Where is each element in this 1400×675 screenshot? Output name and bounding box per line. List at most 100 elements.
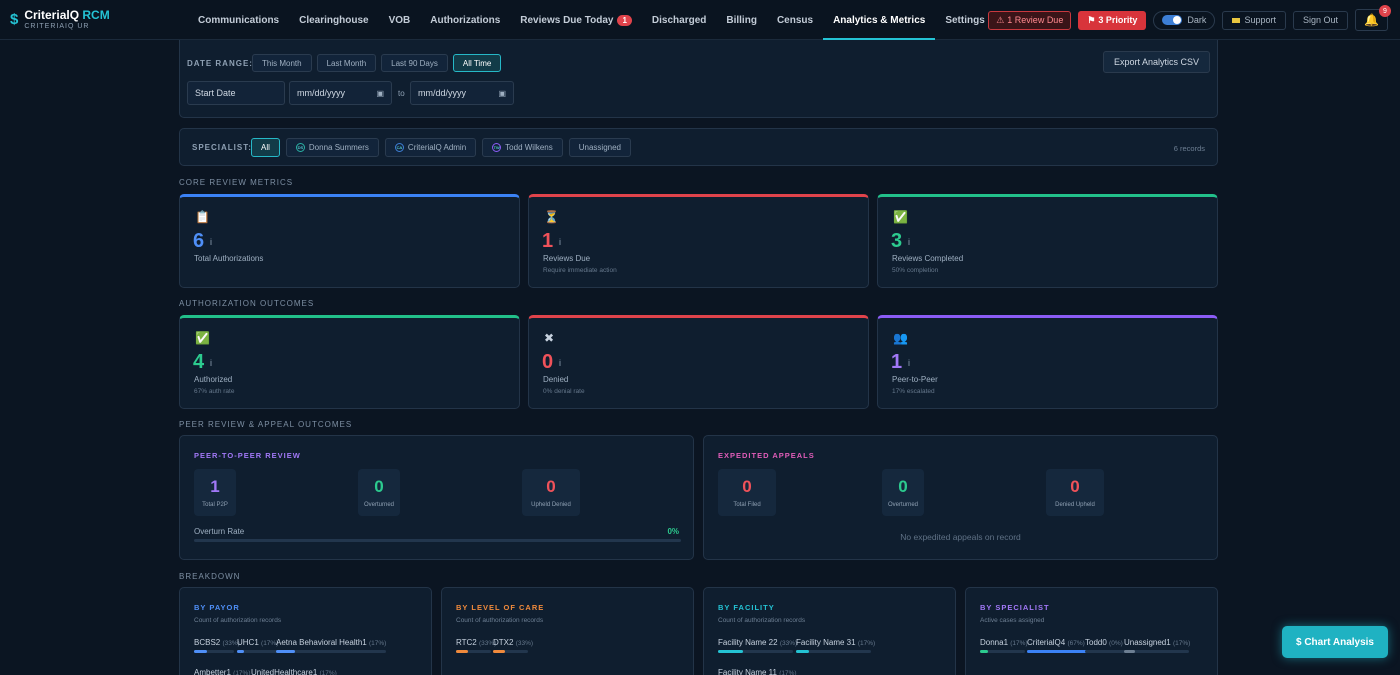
info-icon[interactable]: i [908,237,910,247]
nav-clearinghouse[interactable]: Clearinghouse [289,0,378,40]
date-last-month[interactable]: Last Month [316,54,377,72]
item-count: 0 [1102,638,1107,647]
breakdown-item: Ambetter1 (17%) [194,668,251,675]
stat-value: 0 [546,477,556,496]
support-icon [1232,17,1241,23]
breakdown-bar [194,650,234,653]
date-this-month[interactable]: This Month [252,54,312,72]
breakdown-bar-fill [718,650,743,653]
item-percent: (17%) [233,670,251,675]
overturn-rate-bar [194,539,681,542]
breakdown-item: UHC1 (17%) [237,638,278,647]
sign-out-button[interactable]: Sign Out [1292,10,1348,30]
logo-main: CriterialQ [24,8,80,22]
item-percent: (17%) [1010,640,1028,647]
appeals-empty-message: No expedited appeals on record [900,532,1021,542]
specialist-todd-wilkens[interactable]: TW Todd Wilkens [482,138,563,157]
breakdown-item: Unassigned1 (17%) [1124,638,1190,647]
logo-accent: RCM [82,8,110,22]
metric-value: 3 [891,230,903,252]
item-count: 1 [851,638,856,647]
logo[interactable]: $ CriterialQ RCM CRITERIAIQ UR [10,9,110,30]
info-icon[interactable]: i [908,358,910,368]
dollar-icon: $ [10,11,19,28]
info-icon[interactable]: i [210,237,212,247]
records-count: 6 records [1173,144,1205,153]
item-name: DTX [493,638,509,647]
specialist-donna-summers[interactable]: DS Donna Summers [285,138,379,157]
breakdown-item: Todd0 (0%) [1085,638,1123,647]
info-icon[interactable]: i [559,237,561,247]
review-due-button[interactable]: ⚠ 1 Review Due [988,10,1072,30]
info-icon[interactable]: i [210,358,212,368]
payor-heading: BY PAYOR [194,603,240,612]
breakdown-item: UnitedHealthcare1 (17%) [251,668,337,675]
nav-settings[interactable]: Settings [935,0,994,40]
specialist-unassigned[interactable]: Unassigned [568,138,631,157]
peer-review-title: PEER REVIEW & APPEAL OUTCOMES [179,420,353,429]
specialist-name: CriterialQ Admin [407,143,467,152]
start-date-input[interactable]: mm/dd/yyyy ▣ [289,81,392,105]
core-card-1: ⏳ 1 i Reviews Due Require immediate action [528,194,869,288]
nav-communications[interactable]: Communications [188,0,289,40]
calendar-icon: ▣ [376,88,384,98]
stat-tile: 0 Overturned [358,469,400,516]
notification-count: 9 [1379,5,1391,17]
breakdown-item: CriterialQ4 (67%) [1027,638,1085,647]
breakdown-title: BREAKDOWN [179,572,241,581]
end-date-input[interactable]: mm/dd/yyyy ▣ [410,81,514,105]
item-percent: (0%) [1109,640,1123,647]
start-date-select[interactable]: Start Date [187,81,285,105]
overturn-rate-label: Overturn Rate [194,527,245,536]
item-count: 1 [1166,638,1171,647]
item-name: Facility Name 1 [718,668,773,675]
date-all-time[interactable]: All Time [452,54,502,72]
item-name: BCBS [194,638,216,647]
support-button[interactable]: Support [1222,10,1286,30]
dark-mode-toggle[interactable]: Dark [1153,10,1216,30]
breakdown-bar-fill [493,650,505,653]
item-percent: (17%) [368,640,387,647]
date-last-90-days[interactable]: Last 90 Days [381,54,448,72]
metric-label: Reviews Due [543,254,591,263]
metric-icon: ✅ [195,331,210,345]
nav-analytics[interactable]: Analytics & Metrics [823,0,936,40]
priority-button[interactable]: ⚑ 3 Priority [1078,10,1147,30]
specialist-heading: BY SPECIALIST [980,603,1050,612]
breakdown-item: Facility Name 22 (33%) [718,638,797,647]
specialist-criterialq-admin[interactable]: CA CriterialQ Admin [384,138,477,157]
nav-discharged[interactable]: Discharged [642,0,716,40]
metric-icon: ✅ [893,210,908,224]
breakdown-bar [276,650,386,653]
item-percent: (33%) [779,640,798,647]
breakdown-bar-fill [276,650,295,653]
nav-reviews-due-today[interactable]: Reviews Due Today 1 [510,0,642,40]
item-name: Aetna Behavioral Health [276,638,363,647]
metric-icon: ✖ [544,331,555,345]
metric-value: 4 [193,351,205,373]
toggle-switch-icon [1162,15,1183,25]
item-name: UnitedHealthcare [251,668,313,675]
breakdown-bar [1124,650,1189,653]
export-csv-button[interactable]: Export Analytics CSV [1102,51,1210,73]
core-card-2: ✅ 3 i Reviews Completed 50% completion [877,194,1218,288]
p2p-heading: PEER-TO-PEER REVIEW [194,451,301,460]
breakdown-bar-fill [237,650,244,653]
nav-vob[interactable]: VOB [379,0,421,40]
info-icon[interactable]: i [559,358,561,368]
nav-census[interactable]: Census [767,0,823,40]
specialist-all[interactable]: All [251,138,280,157]
level-heading: BY LEVEL OF CARE [456,603,545,612]
chart-analysis-button[interactable]: $ Chart Analysis [1282,626,1388,658]
item-name: CriterialQ [1027,638,1061,647]
nav-billing[interactable]: Billing [716,0,767,40]
item-count: 2 [773,638,778,647]
item-count: 2 [509,638,514,647]
nav-authorizations[interactable]: Authorizations [420,0,510,40]
stat-tile: 1 Total P2P [194,469,236,516]
auth-outcomes-title: AUTHORIZATION OUTCOMES [179,299,315,308]
notifications-button[interactable]: 🔔 9 [1355,5,1391,31]
stat-label: Upheld Denied [531,502,571,508]
nav-reviews-label: Reviews Due Today [520,14,614,26]
metric-sublabel: 50% completion [892,267,939,274]
